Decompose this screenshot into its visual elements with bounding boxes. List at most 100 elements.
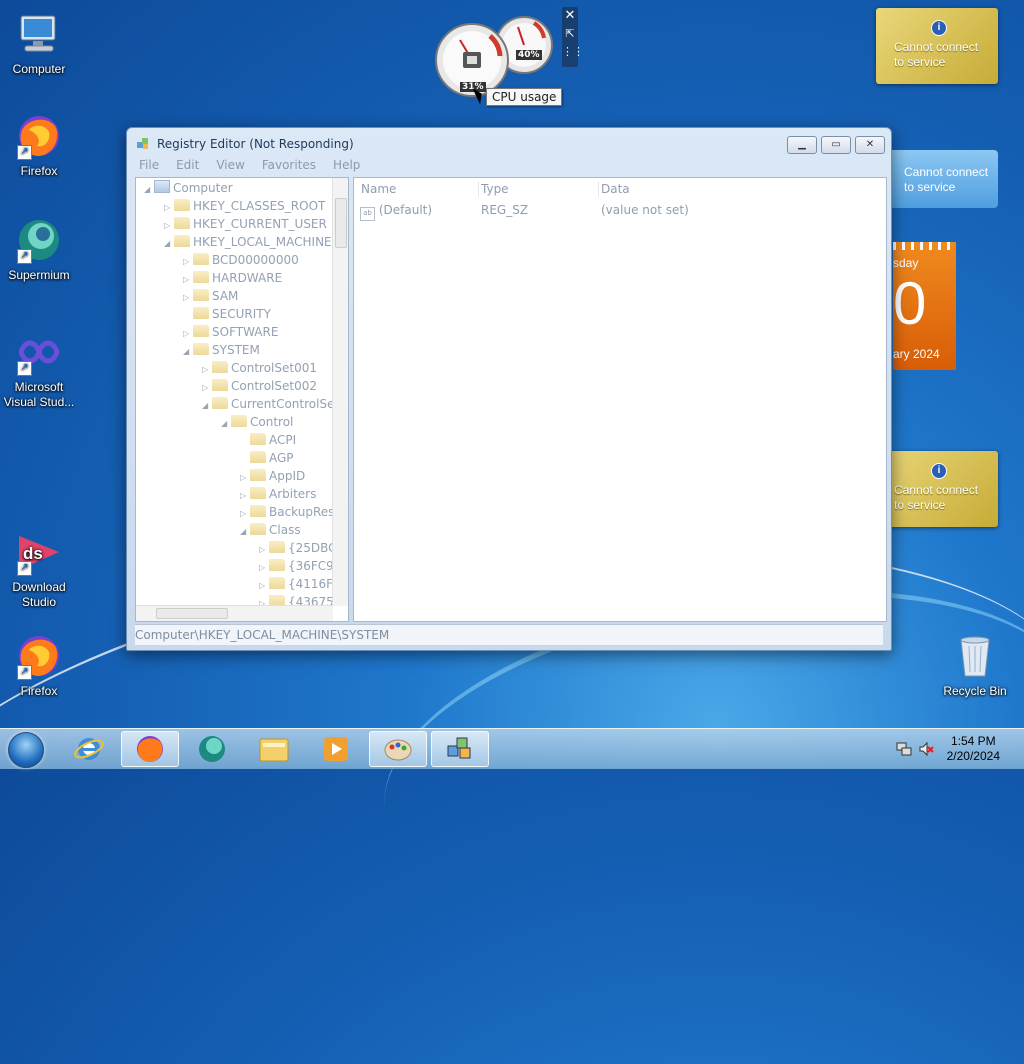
- feed-message-2: to service: [894, 498, 946, 512]
- tree-node[interactable]: ▷ AppID: [240, 467, 305, 485]
- folder-icon: [193, 307, 209, 319]
- desktop-icon-download-studio[interactable]: ds ↗ Download Studio: [0, 528, 79, 610]
- tree-node[interactable]: ▷ SAM: [183, 287, 238, 305]
- tree-node[interactable]: ◢ HKEY_LOCAL_MACHINE: [164, 233, 332, 251]
- gadget-drag-handle-icon[interactable]: ⋮⋮: [562, 43, 584, 61]
- close-button[interactable]: ✕: [855, 136, 885, 154]
- tree-node-label: HKEY_CURRENT_USER: [193, 217, 327, 231]
- minimize-button[interactable]: ▁: [787, 136, 817, 154]
- taskbar-ie[interactable]: [60, 731, 118, 767]
- tree-node-label: AGP: [269, 451, 294, 465]
- feed-gadget-3[interactable]: i Cannot connect to service: [876, 451, 998, 527]
- tree-node[interactable]: SECURITY: [183, 305, 271, 323]
- tree-scroll-thumb[interactable]: [335, 198, 347, 248]
- desktop-icon-firefox-2[interactable]: ↗ Firefox: [0, 632, 79, 699]
- registry-tree[interactable]: ◢ Computer ▷ HKEY_CLASSES_ROOT ▷ HKEY_CURRENT…: [135, 177, 349, 622]
- info-icon: i: [931, 20, 947, 36]
- maximize-button[interactable]: ▭: [821, 136, 851, 154]
- taskbar-paint[interactable]: [369, 731, 427, 767]
- calendar-weekday: sday: [893, 256, 919, 270]
- tree-node[interactable]: ◢ SYSTEM: [183, 341, 260, 359]
- folder-icon: [193, 271, 209, 283]
- gadget-close-icon[interactable]: ✕: [562, 7, 578, 25]
- cpu-usage-tooltip: CPU usage: [486, 88, 563, 106]
- folder-icon: [269, 559, 285, 571]
- tree-node[interactable]: ▷ {36FC9: [259, 557, 334, 575]
- tree-expander-icon[interactable]: ◢: [144, 181, 154, 199]
- volume-muted-icon[interactable]: [918, 741, 934, 757]
- memory-percent: 40%: [516, 50, 542, 60]
- tree-vertical-scrollbar[interactable]: [332, 178, 348, 606]
- desktop-icon-computer[interactable]: Computer: [0, 10, 79, 77]
- network-icon[interactable]: [896, 741, 912, 757]
- menu-help[interactable]: Help: [329, 158, 360, 172]
- tree-expander-icon[interactable]: ◢: [240, 523, 250, 541]
- supermium-icon: ↗: [15, 216, 63, 264]
- tree-node[interactable]: ACPI: [240, 431, 296, 449]
- title-bar[interactable]: Registry Editor (Not Responding) ▁ ▭ ✕: [127, 128, 891, 158]
- tree-expander-icon[interactable]: ◢: [221, 415, 231, 433]
- desktop-icon-recycle-bin[interactable]: Recycle Bin: [935, 632, 1015, 699]
- menu-file[interactable]: File: [135, 158, 159, 172]
- tree-expander-icon[interactable]: ◢: [202, 397, 212, 415]
- computer-icon: [15, 10, 63, 58]
- taskbar-firefox[interactable]: [121, 731, 179, 767]
- column-header-type[interactable]: Type: [481, 178, 509, 200]
- window-title: Registry Editor (Not Responding): [157, 137, 354, 151]
- calendar-gadget[interactable]: sday 0 ary 2024: [893, 242, 956, 370]
- menu-favorites[interactable]: Favorites: [258, 158, 316, 172]
- tree-node[interactable]: ▷ BCD00000000: [183, 251, 299, 269]
- tree-node[interactable]: ▷ ControlSet002: [202, 377, 317, 395]
- folder-icon: [250, 505, 266, 517]
- firefox-icon: ↗: [15, 112, 63, 160]
- tree-node[interactable]: ▷ Arbiters: [240, 485, 316, 503]
- tree-node[interactable]: AGP: [240, 449, 294, 467]
- desktop-icon-label: Firefox: [20, 164, 58, 178]
- folder-icon: [174, 199, 190, 211]
- values-list[interactable]: Name Type Data ab (Default) REG_SZ (valu…: [353, 177, 887, 622]
- desktop-icon-visual-studio[interactable]: ↗ Microsoft Visual Stud...: [0, 328, 79, 410]
- tree-expander-icon[interactable]: ◢: [164, 235, 174, 253]
- menu-bar: File Edit View Favorites Help: [135, 158, 883, 176]
- clock[interactable]: 1:54 PM 2/20/2024: [947, 734, 1000, 764]
- feed-gadget-2[interactable]: Cannot connect to service: [880, 150, 998, 208]
- tree-node[interactable]: ◢ Computer: [144, 179, 233, 197]
- tree-node-label: AppID: [269, 469, 306, 483]
- feed-gadget-1[interactable]: i Cannot connect to service: [876, 8, 998, 84]
- tree-expander-icon[interactable]: ◢: [183, 343, 193, 361]
- system-tray: 1:54 PM 2/20/2024: [884, 729, 1024, 769]
- taskbar-registry-editor[interactable]: [431, 731, 489, 767]
- tree-node-label: HKEY_LOCAL_MACHINE: [193, 235, 332, 249]
- tree-node[interactable]: ◢ CurrentControlSet: [202, 395, 339, 413]
- tree-node[interactable]: ▷ HKEY_CLASSES_ROOT: [164, 197, 325, 215]
- desktop-icon-supermium[interactable]: ↗ Supermium: [0, 216, 79, 283]
- tree-node[interactable]: ▷ {4116F(: [259, 575, 338, 593]
- folder-icon: [269, 541, 285, 553]
- start-button[interactable]: [4, 730, 48, 768]
- tree-horizontal-scrollbar[interactable]: [136, 605, 333, 621]
- taskbar-media-player[interactable]: [307, 731, 365, 767]
- desktop-icon-firefox[interactable]: ↗ Firefox: [0, 112, 79, 179]
- column-header-data[interactable]: Data: [601, 178, 630, 200]
- registry-editor-window[interactable]: Registry Editor (Not Responding) ▁ ▭ ✕ F…: [126, 127, 892, 651]
- value-row[interactable]: ab (Default) REG_SZ (value not set): [360, 200, 860, 221]
- tree-node[interactable]: ▷ {25DBC: [259, 539, 337, 557]
- recycle-bin-icon: [951, 632, 999, 680]
- tree-node[interactable]: ▷ HARDWARE: [183, 269, 282, 287]
- tree-hscroll-thumb[interactable]: [156, 608, 228, 619]
- tree-node[interactable]: ▷ BackupRes: [240, 503, 334, 521]
- taskbar-supermium[interactable]: [183, 731, 241, 767]
- taskbar-explorer[interactable]: [245, 731, 303, 767]
- tree-node[interactable]: ▷ SOFTWARE: [183, 323, 278, 341]
- tree-node[interactable]: ▷ HKEY_CURRENT_USER: [164, 215, 327, 233]
- column-header-name[interactable]: Name: [361, 178, 396, 200]
- tree-node[interactable]: ◢ Class: [240, 521, 301, 539]
- tree-node-label: {36FC9: [288, 559, 334, 573]
- tree-node[interactable]: ▷ ControlSet001: [202, 359, 317, 377]
- tree-node[interactable]: ◢ Control: [221, 413, 293, 431]
- gadget-resize-icon[interactable]: ⇱: [562, 25, 578, 43]
- menu-edit[interactable]: Edit: [172, 158, 199, 172]
- value-name: (Default): [378, 203, 433, 217]
- folder-icon: [269, 577, 285, 589]
- menu-view[interactable]: View: [212, 158, 244, 172]
